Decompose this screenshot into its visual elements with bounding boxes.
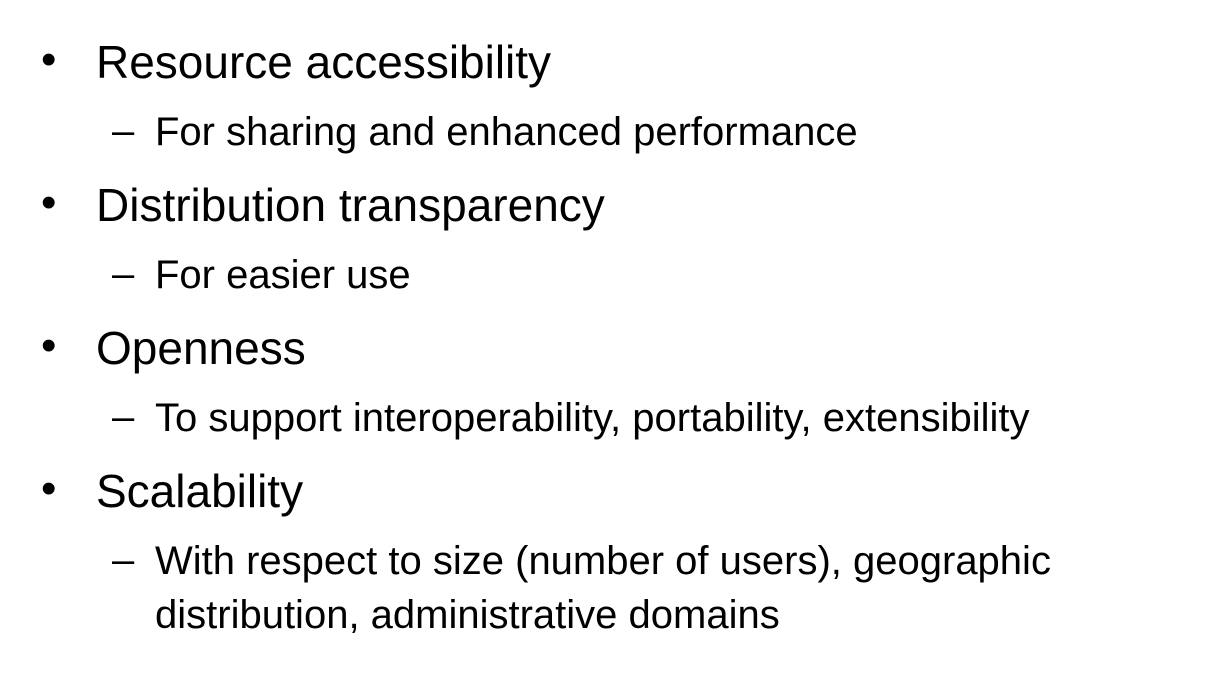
bullet-dot: • <box>41 35 57 84</box>
bullet-heading-distribution-transparency: Distribution transparency <box>96 179 605 231</box>
sub-item-openness: To support interoperability, portability… <box>155 396 1030 440</box>
bullet-heading-openness: Openness <box>96 322 306 374</box>
bullet-dot: • <box>41 178 57 227</box>
bullet-heading-resource-accessibility: Resource accessibility <box>96 36 552 88</box>
sub-item-scalability: With respect to size (number of users), … <box>155 539 1051 637</box>
bullet-dot: • <box>41 321 57 370</box>
sub-item-distribution-transparency: For easier use <box>155 253 411 297</box>
bullet-dot: • <box>41 464 57 513</box>
sub-dash: – <box>112 395 135 439</box>
sub-item-resource-accessibility: For sharing and enhanced performance <box>155 110 858 154</box>
sub-dash: – <box>112 252 135 296</box>
bullet-heading-scalability: Scalability <box>96 465 304 517</box>
sub-dash: – <box>112 109 135 153</box>
slide: • Resource accessibility – For sharing a… <box>0 0 1207 690</box>
sub-dash: – <box>112 538 135 582</box>
